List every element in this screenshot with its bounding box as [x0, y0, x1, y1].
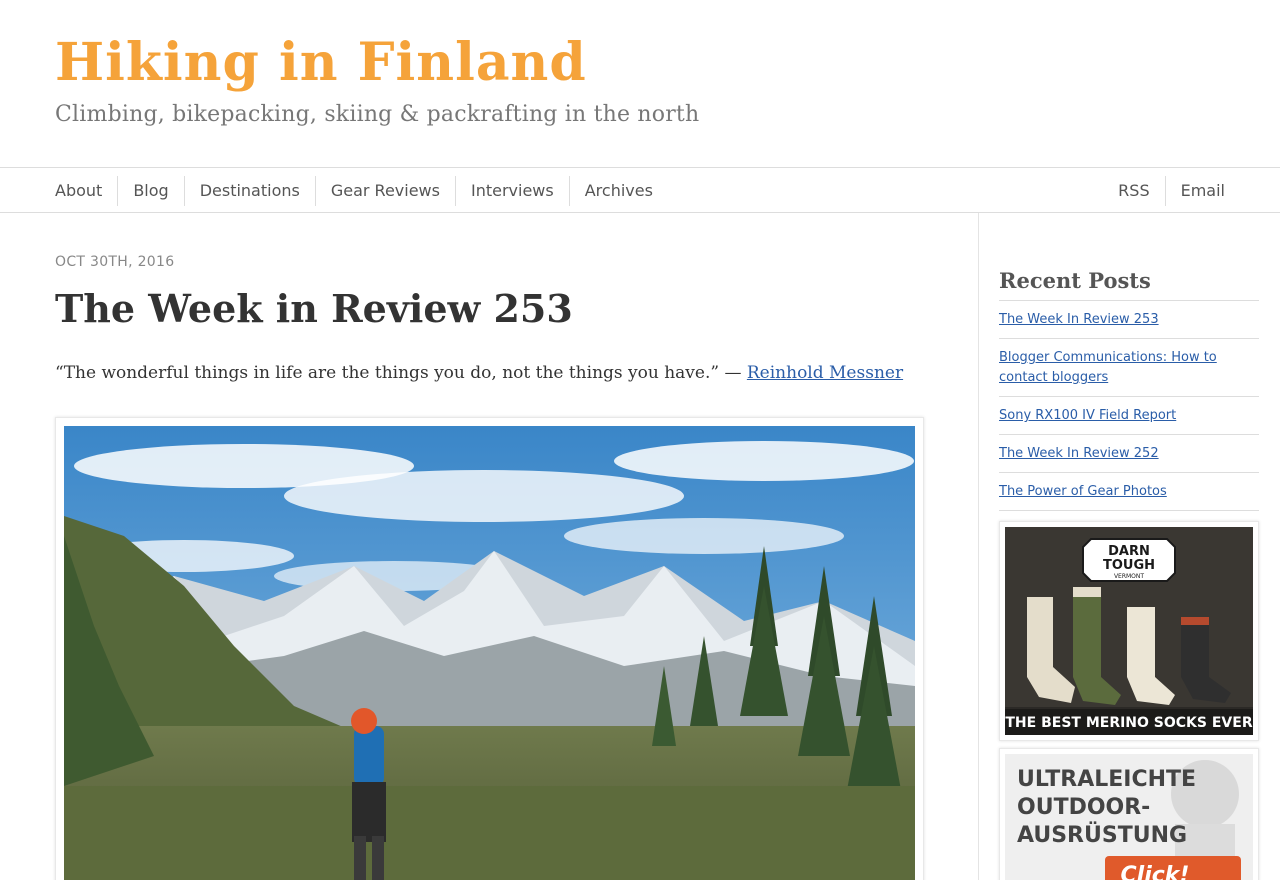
recent-post-item: The Power of Gear Photos [999, 473, 1259, 511]
site-header: Hiking in Finland Climbing, bikepacking,… [0, 0, 1280, 167]
recent-post-link[interactable]: The Power of Gear Photos [999, 484, 1167, 499]
recent-post-link[interactable]: Sony RX100 IV Field Report [999, 408, 1176, 423]
recent-post-link[interactable]: The Week In Review 252 [999, 446, 1159, 461]
site-title[interactable]: Hiking in Finland [55, 32, 587, 93]
ad2-line3: AUSRÜSTUNG [1017, 822, 1187, 848]
post-date: OCT 30TH, 2016 [55, 254, 175, 270]
ad2-line2: OUTDOOR- [1017, 795, 1150, 820]
recent-posts-list: The Week In Review 253 Blogger Communica… [999, 300, 1259, 511]
quote-author-link[interactable]: Reinhold Messner [747, 363, 903, 383]
nav-left: About Blog Destinations Gear Reviews Int… [40, 176, 668, 206]
recent-posts-heading: Recent Posts [999, 268, 1151, 293]
recent-post-link[interactable]: Blogger Communications: How to contact b… [999, 350, 1217, 385]
nav-email[interactable]: Email [1164, 176, 1240, 206]
ad-caption: THE BEST MERINO SOCKS EVER [1005, 715, 1252, 731]
ad-brand-line2: TOUGH [1103, 558, 1155, 573]
post-photo[interactable] [64, 426, 915, 880]
recent-post-item: Blogger Communications: How to contact b… [999, 339, 1259, 397]
nav-rss[interactable]: RSS [1103, 176, 1164, 206]
post-quote: “The wonderful things in life are the th… [55, 363, 903, 383]
post-title[interactable]: The Week in Review 253 [55, 286, 573, 331]
nav-interviews[interactable]: Interviews [454, 176, 569, 206]
darn-tough-ad-image: DARN TOUGH VERMONT THE BEST MERINO SOCKS… [1005, 527, 1253, 735]
ad2-button: Click! [1121, 863, 1190, 880]
ad-brand-line3: VERMONT [1114, 573, 1144, 580]
sidebar-divider [978, 213, 979, 880]
recent-post-item: Sony RX100 IV Field Report [999, 397, 1259, 435]
site-tagline: Climbing, bikepacking, skiing & packraft… [55, 102, 700, 127]
ultraleicht-ad[interactable]: ULTRALEICHTE OUTDOOR- AUSRÜSTUNG Click! [999, 748, 1259, 880]
nav-archives[interactable]: Archives [568, 176, 668, 206]
darn-tough-ad[interactable]: DARN TOUGH VERMONT THE BEST MERINO SOCKS… [999, 521, 1259, 741]
nav-right: RSS Email [1103, 176, 1240, 206]
nav-blog[interactable]: Blog [117, 176, 183, 206]
ultraleicht-ad-image: ULTRALEICHTE OUTDOOR- AUSRÜSTUNG Click! [1005, 754, 1253, 880]
nav-about[interactable]: About [40, 176, 117, 206]
mountain-landscape-image [64, 426, 915, 880]
main-nav: About Blog Destinations Gear Reviews Int… [0, 167, 1280, 213]
recent-post-link[interactable]: The Week In Review 253 [999, 312, 1159, 327]
ad-brand-line1: DARN [1108, 544, 1150, 559]
sock-ad-graphic: DARN TOUGH VERMONT THE BEST MERINO SOCKS… [1005, 527, 1253, 735]
post-photo-frame [55, 417, 924, 880]
outdoor-gear-ad-graphic: ULTRALEICHTE OUTDOOR- AUSRÜSTUNG Click! [1005, 754, 1253, 880]
recent-post-item: The Week In Review 252 [999, 435, 1259, 473]
ad2-line1: ULTRALEICHTE [1017, 767, 1196, 792]
recent-post-item: The Week In Review 253 [999, 301, 1259, 339]
nav-gear-reviews[interactable]: Gear Reviews [314, 176, 455, 206]
nav-destinations[interactable]: Destinations [183, 176, 315, 206]
quote-text: “The wonderful things in life are the th… [55, 363, 747, 383]
